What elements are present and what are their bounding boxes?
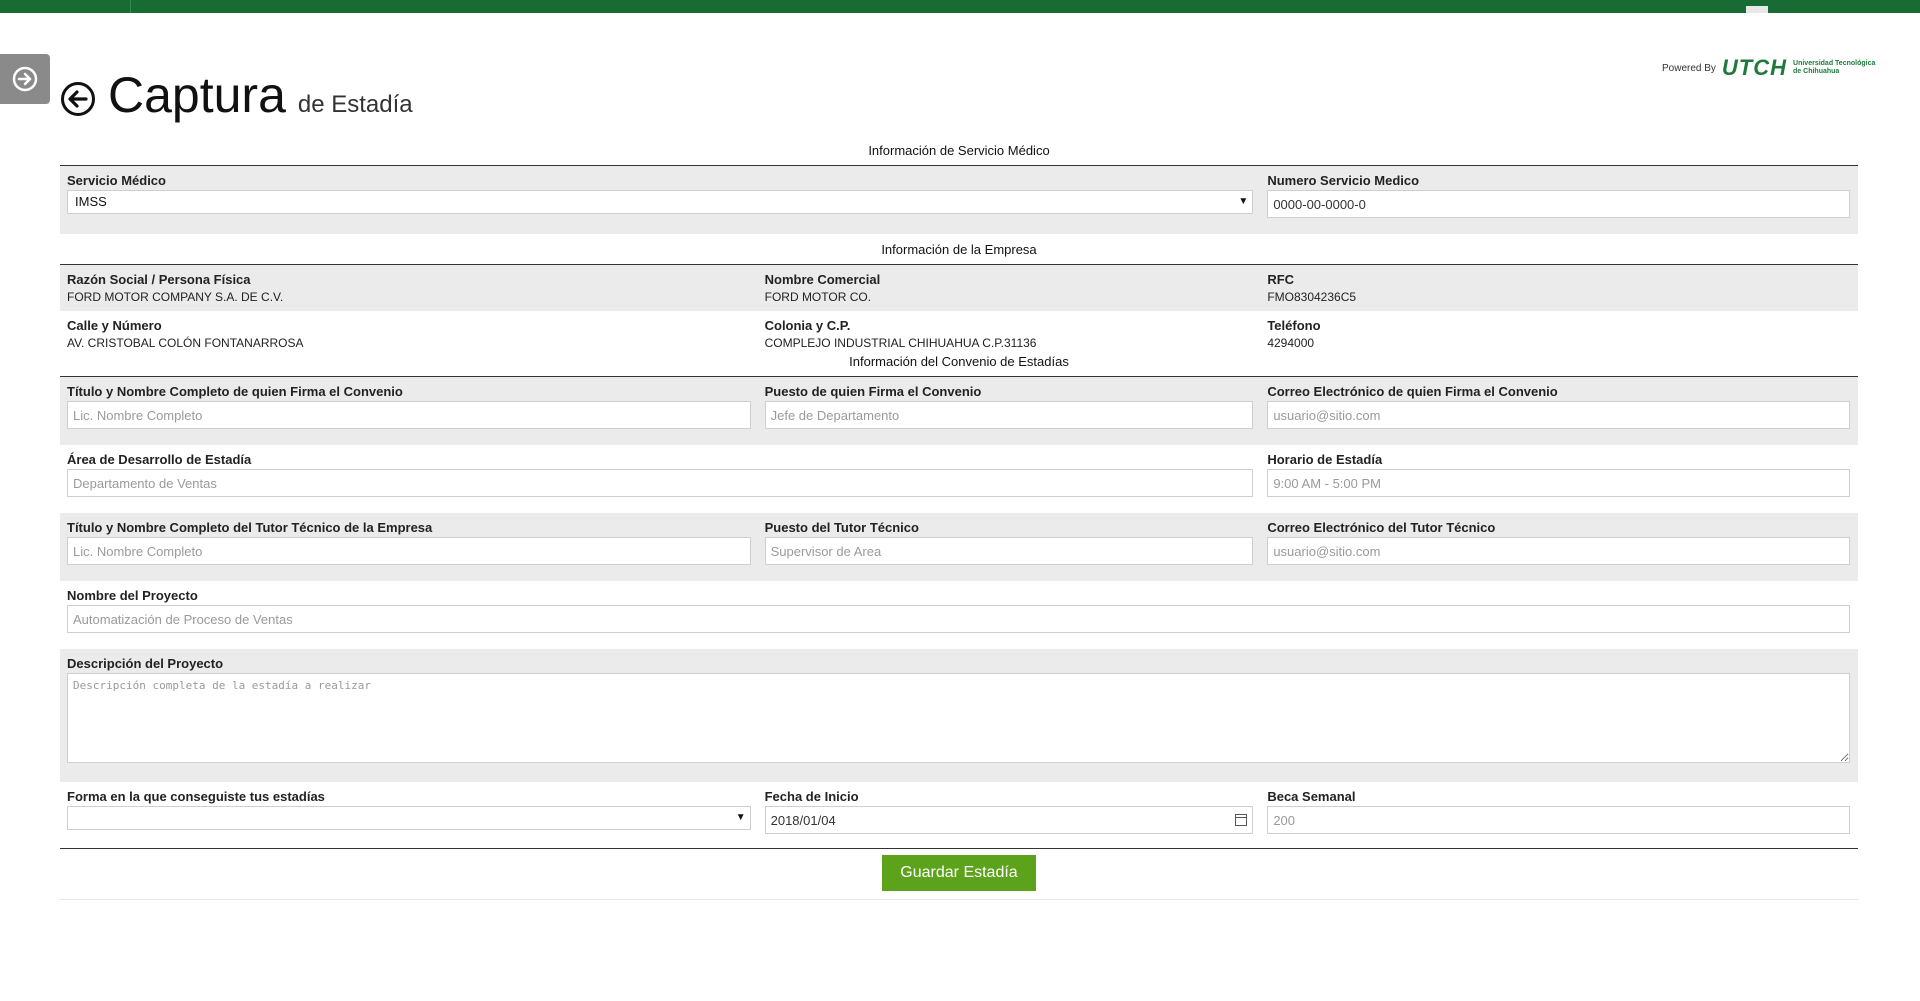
form-actions: Guardar Estadía <box>60 849 1858 900</box>
save-stay-button[interactable]: Guardar Estadía <box>882 855 1036 891</box>
rfc-value: FMO8304236C5 <box>1267 290 1357 304</box>
start-date-label: Fecha de Inicio <box>764 789 859 804</box>
tutor-email-label: Correo Electrónico del Tutor Técnico <box>1267 520 1496 535</box>
medical-service-select[interactable]: IMSS ▼ <box>67 190 1254 214</box>
area-label: Área de Desarrollo de Estadía <box>67 452 252 467</box>
back-arrow-icon[interactable] <box>60 81 96 117</box>
area-input[interactable] <box>67 469 1254 497</box>
signer-name-input[interactable] <box>67 401 751 429</box>
medical-row: Servicio Médico IMSS ▼ Numero Servicio M… <box>60 166 1858 234</box>
company-row-2: Calle y Número AV. CRISTOBAL COLÓN FONTA… <box>60 311 1858 351</box>
project-description-row: Descripción del Proyecto <box>60 649 1858 782</box>
top-bar <box>0 0 1920 13</box>
section-title-agreement: Información del Convenio de Estadías <box>60 351 1858 377</box>
top-bar-widget <box>1746 6 1768 13</box>
signer-email-label: Correo Electrónico de quien Firma el Con… <box>1267 384 1558 399</box>
section-title-company: Información de la Empresa <box>60 239 1858 265</box>
project-description-label: Descripción del Proyecto <box>67 656 224 671</box>
company-row-1: Razón Social / Persona Física FORD MOTOR… <box>60 265 1858 311</box>
signer-position-input[interactable] <box>764 401 1254 429</box>
signer-position-label: Puesto de quien Firma el Convenio <box>764 384 982 399</box>
tutor-name-input[interactable] <box>67 537 751 565</box>
razon-social-value: FORD MOTOR COMPANY S.A. DE C.V. <box>67 290 284 304</box>
telefono-value: 4294000 <box>1267 336 1315 350</box>
medical-service-value: IMSS <box>75 194 107 209</box>
project-description-textarea[interactable] <box>67 673 1850 763</box>
brand-logo: Powered By UTCH Universidad Tecnológica … <box>1662 55 1875 81</box>
calle-label: Calle y Número <box>67 318 162 333</box>
signer-name-label: Título y Nombre Completo de quien Firma … <box>67 384 403 399</box>
stay-capture-form: Información de Servicio Médico Servicio … <box>60 140 1858 900</box>
project-name-label: Nombre del Proyecto <box>67 588 198 603</box>
medical-number-input[interactable] <box>1267 190 1850 218</box>
page-title: Captura de Estadía <box>60 66 413 124</box>
nombre-comercial-label: Nombre Comercial <box>764 272 881 287</box>
page-title-main: Captura <box>108 67 286 123</box>
utch-logo: UTCH <box>1721 55 1788 80</box>
stay-details-row: Forma en la que conseguiste tus estadías… <box>60 782 1858 844</box>
source-label: Forma en la que conseguiste tus estadías <box>67 789 325 804</box>
calle-value: AV. CRISTOBAL COLÓN FONTANARROSA <box>67 336 304 350</box>
agreement-signer-row: Título y Nombre Completo de quien Firma … <box>60 377 1858 445</box>
signer-email-input[interactable] <box>1267 401 1850 429</box>
nombre-comercial-value: FORD MOTOR CO. <box>764 290 872 304</box>
weekly-scholarship-label: Beca Semanal <box>1267 789 1356 804</box>
colonia-label: Colonia y C.P. <box>764 318 851 333</box>
project-name-row: Nombre del Proyecto <box>60 581 1858 649</box>
agreement-area-row: Área de Desarrollo de Estadía Horario de… <box>60 445 1858 513</box>
select-caret-icon: ▼ <box>735 812 746 823</box>
agreement-tutor-row: Título y Nombre Completo del Tutor Técni… <box>60 513 1858 581</box>
tutor-email-input[interactable] <box>1267 537 1850 565</box>
tutor-position-input[interactable] <box>764 537 1254 565</box>
schedule-label: Horario de Estadía <box>1267 452 1383 467</box>
medical-number-label: Numero Servicio Medico <box>1267 173 1420 188</box>
calendar-icon[interactable] <box>1235 814 1248 826</box>
weekly-scholarship-input[interactable] <box>1267 806 1850 834</box>
telefono-label: Teléfono <box>1267 318 1321 333</box>
powered-by-text: Powered By <box>1662 62 1716 74</box>
university-name: Universidad Tecnológica de Chihuahua <box>1793 60 1876 75</box>
razon-social-label: Razón Social / Persona Física <box>67 272 251 287</box>
colonia-value: COMPLEJO INDUSTRIAL CHIHUAHUA C.P.31136 <box>764 336 1037 350</box>
arrow-right-circle-icon <box>12 66 38 92</box>
rfc-label: RFC <box>1267 272 1295 287</box>
source-select[interactable]: ▼ <box>67 806 751 830</box>
start-date-input[interactable] <box>764 806 1254 834</box>
tutor-name-label: Título y Nombre Completo del Tutor Técni… <box>67 520 433 535</box>
sidebar-toggle-button[interactable] <box>0 54 50 104</box>
top-bar-left <box>0 0 131 13</box>
select-caret-icon: ▼ <box>1238 196 1249 207</box>
page-title-sub: de Estadía <box>297 91 413 118</box>
project-name-input[interactable] <box>67 605 1850 633</box>
schedule-input[interactable] <box>1267 469 1850 497</box>
medical-service-label: Servicio Médico <box>67 173 166 188</box>
tutor-position-label: Puesto del Tutor Técnico <box>764 520 919 535</box>
section-title-medical: Información de Servicio Médico <box>60 140 1858 166</box>
